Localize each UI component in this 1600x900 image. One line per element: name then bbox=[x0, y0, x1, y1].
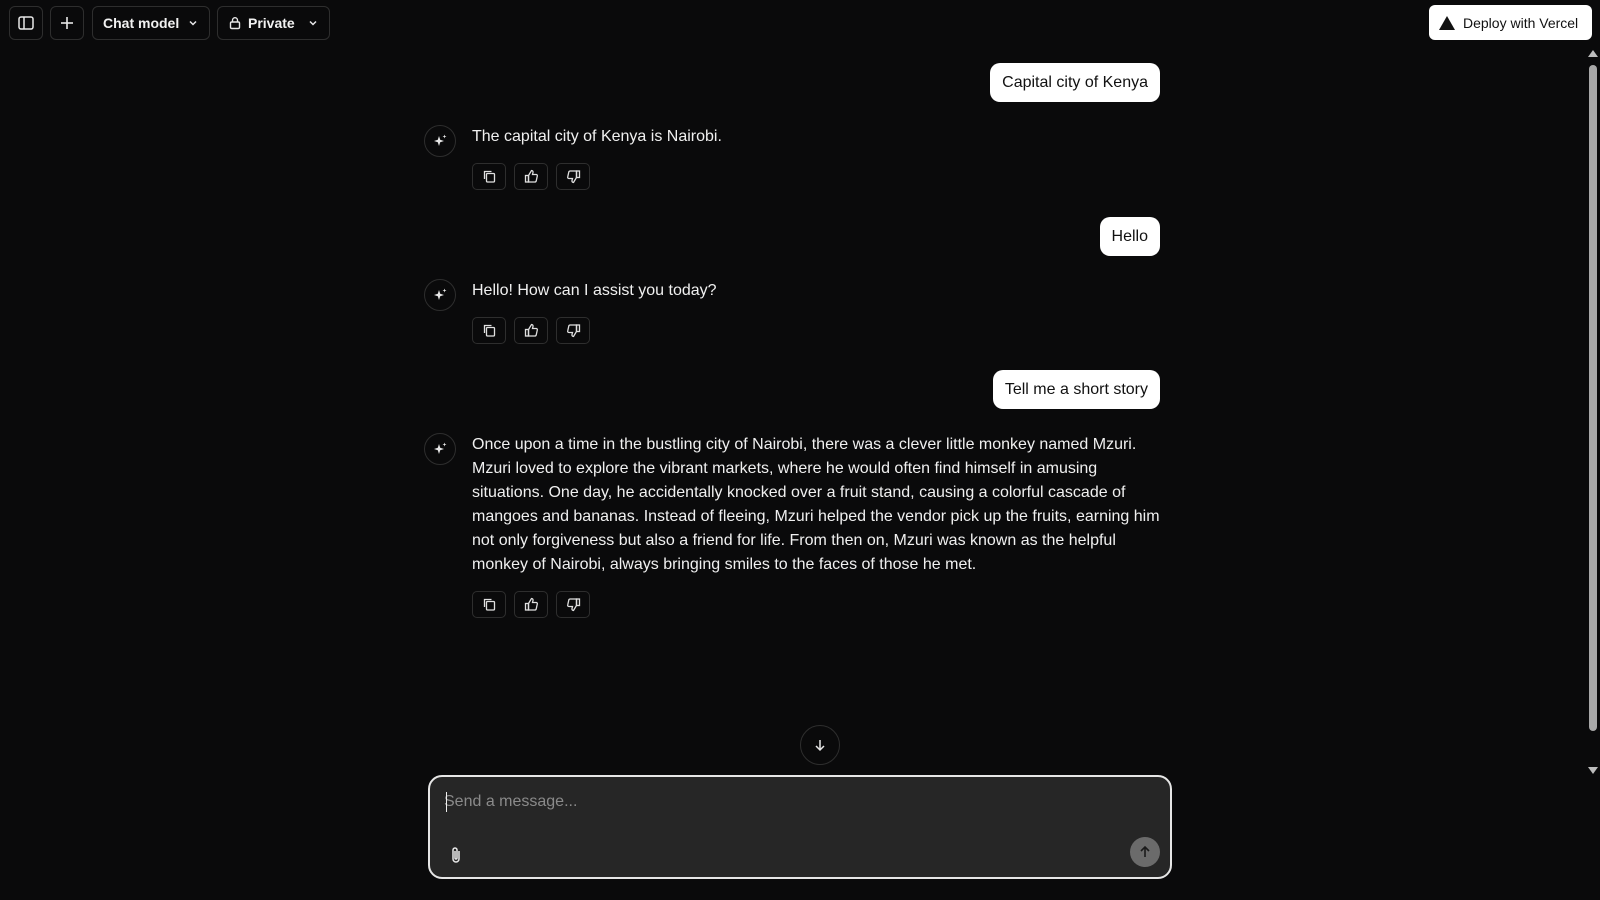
assistant-avatar bbox=[424, 279, 456, 311]
scrollbar-thumb[interactable] bbox=[1589, 65, 1597, 731]
message-input[interactable] bbox=[444, 787, 1144, 817]
chevron-down-icon bbox=[189, 20, 197, 26]
visibility-selector-label: Private bbox=[248, 15, 295, 31]
lock-icon bbox=[229, 17, 241, 30]
plus-icon bbox=[61, 17, 73, 29]
downvote-button[interactable] bbox=[556, 317, 590, 344]
assistant-message-text: Once upon a time in the bustling city of… bbox=[472, 436, 1160, 573]
new-chat-button[interactable] bbox=[50, 6, 84, 40]
scroll-to-bottom-button[interactable] bbox=[800, 725, 840, 765]
thumbs-up-icon bbox=[524, 323, 538, 337]
arrow-down-icon bbox=[815, 740, 825, 752]
upvote-button[interactable] bbox=[514, 163, 548, 190]
thumbs-down-icon bbox=[566, 170, 580, 184]
user-message-text: Tell me a short story bbox=[1004, 380, 1148, 398]
sidebar-icon bbox=[18, 16, 34, 30]
model-selector-label: Chat model bbox=[103, 15, 180, 31]
assistant-message: Once upon a time in the bustling city of… bbox=[424, 433, 1164, 673]
user-message: Hello bbox=[1099, 217, 1160, 256]
paperclip-icon bbox=[452, 847, 460, 863]
deploy-with-vercel-button[interactable]: Deploy with Vercel bbox=[1429, 5, 1592, 40]
assistant-avatar bbox=[424, 433, 456, 465]
copy-button[interactable] bbox=[472, 163, 506, 190]
model-selector-button[interactable]: Chat model bbox=[92, 6, 210, 40]
message-actions bbox=[472, 163, 590, 190]
message-composer bbox=[428, 775, 1172, 879]
message-actions bbox=[472, 591, 590, 618]
sidebar-toggle-button[interactable] bbox=[9, 6, 43, 40]
copy-button[interactable] bbox=[472, 591, 506, 618]
downvote-button[interactable] bbox=[556, 163, 590, 190]
top-bar: Chat model Private Deploy with Vercel bbox=[0, 0, 1600, 46]
attach-button[interactable] bbox=[444, 843, 468, 867]
arrow-up-icon bbox=[1140, 845, 1150, 857]
sparkles-icon bbox=[434, 442, 447, 454]
user-message: Tell me a short story bbox=[992, 370, 1160, 409]
sparkles-icon bbox=[434, 288, 447, 300]
copy-icon bbox=[483, 324, 495, 337]
thumbs-down-icon bbox=[566, 324, 580, 338]
send-button[interactable] bbox=[1130, 837, 1160, 867]
chevron-down-icon bbox=[309, 20, 317, 26]
assistant-message-text: Hello! How can I assist you today? bbox=[472, 282, 717, 299]
upvote-button[interactable] bbox=[514, 317, 548, 344]
thumbs-down-icon bbox=[566, 598, 580, 612]
assistant-message: The capital city of Kenya is Nairobi. bbox=[424, 125, 1164, 235]
copy-icon bbox=[483, 170, 495, 183]
message-actions bbox=[472, 317, 590, 344]
text-caret bbox=[446, 792, 447, 812]
copy-button[interactable] bbox=[472, 317, 506, 344]
scroll-up-arrow[interactable] bbox=[1588, 50, 1598, 57]
sparkles-icon bbox=[434, 134, 447, 146]
user-message-text: Hello bbox=[1111, 227, 1148, 245]
vercel-triangle-icon bbox=[1439, 15, 1455, 30]
visibility-selector-button[interactable]: Private bbox=[217, 6, 330, 40]
copy-icon bbox=[483, 598, 495, 611]
chat-scrollbar[interactable] bbox=[1586, 46, 1600, 778]
deploy-button-label: Deploy with Vercel bbox=[1463, 14, 1579, 31]
chat-messages: Capital city of Kenya The capital city o… bbox=[0, 46, 1580, 776]
assistant-avatar bbox=[424, 125, 456, 157]
thumbs-up-icon bbox=[524, 169, 538, 183]
assistant-message-text: The capital city of Kenya is Nairobi. bbox=[472, 128, 722, 145]
thumbs-up-icon bbox=[524, 597, 538, 611]
scroll-down-arrow[interactable] bbox=[1588, 767, 1598, 774]
downvote-button[interactable] bbox=[556, 591, 590, 618]
user-message-text: Capital city of Kenya bbox=[1002, 73, 1148, 91]
upvote-button[interactable] bbox=[514, 591, 548, 618]
user-message: Capital city of Kenya bbox=[990, 63, 1160, 102]
